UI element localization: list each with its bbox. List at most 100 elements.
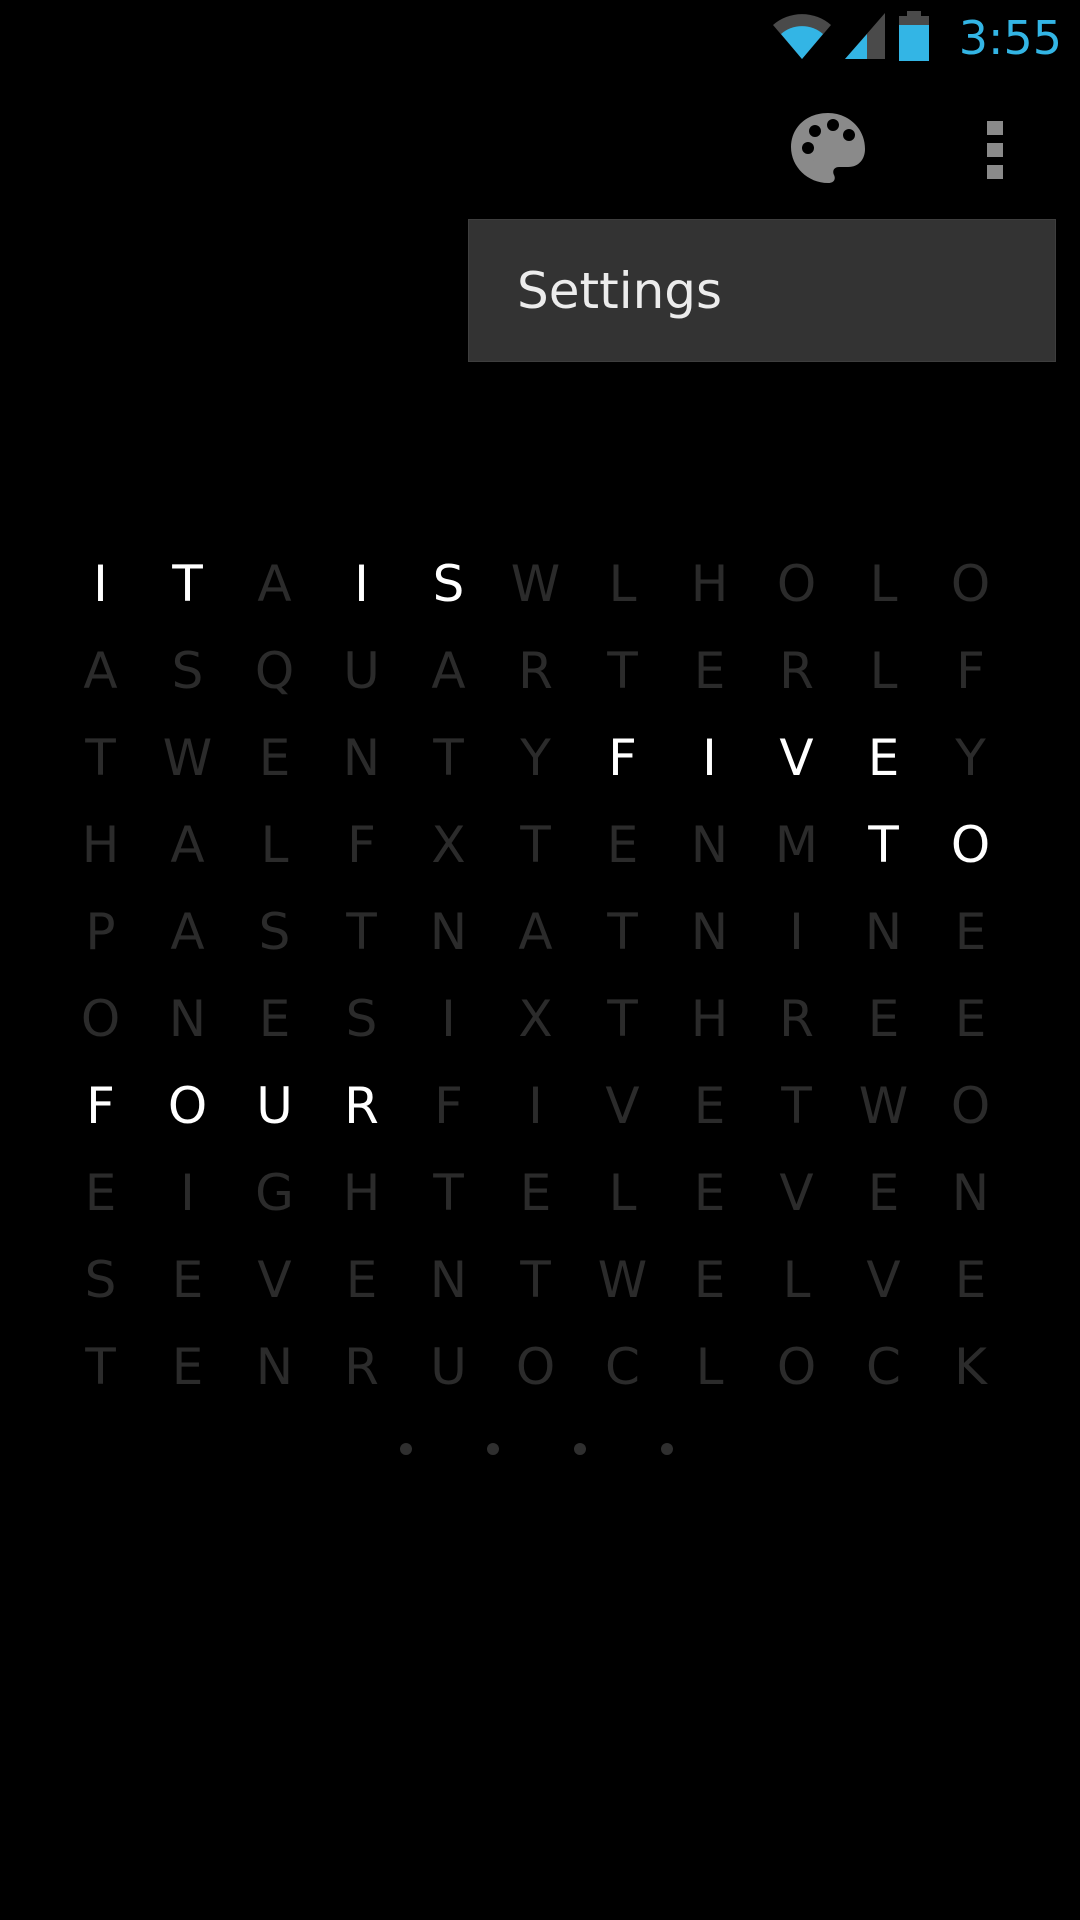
clock-letter: N <box>690 815 729 874</box>
clock-letter: A <box>170 815 205 874</box>
clock-letter: U <box>430 1337 467 1396</box>
menu-item-settings[interactable]: Settings <box>469 220 1055 361</box>
clock-letter: L <box>608 1163 637 1222</box>
clock-letter: E <box>258 989 291 1048</box>
clock-letter: T <box>85 1337 116 1396</box>
clock-letter: T <box>433 1163 464 1222</box>
clock-letter: O <box>80 989 121 1048</box>
clock-letter: L <box>869 554 898 613</box>
clock-letter: R <box>344 1337 379 1396</box>
clock-letter: T <box>520 815 551 874</box>
clock-letter: Y <box>520 728 551 787</box>
clock-letter: T <box>172 554 203 613</box>
clock-letter: S <box>432 554 465 613</box>
clock-letter: E <box>954 1250 987 1309</box>
clock-letter: N <box>690 902 729 961</box>
clock-letter: R <box>518 641 553 700</box>
clock-letter: A <box>518 902 553 961</box>
minute-dot <box>487 1443 499 1455</box>
overflow-menu-icon <box>987 121 1003 135</box>
clock-letter: W <box>510 554 561 613</box>
wifi-icon <box>771 11 833 65</box>
clock-letter: G <box>255 1163 294 1222</box>
clock-letter: E <box>693 1163 726 1222</box>
clock-letter: V <box>779 1163 814 1222</box>
clock-letter: H <box>81 815 120 874</box>
minute-dot <box>400 1443 412 1455</box>
clock-letter: E <box>519 1163 552 1222</box>
clock-letter: E <box>867 989 900 1048</box>
clock-letter: E <box>171 1337 204 1396</box>
status-icons: 3:55 <box>771 0 1080 75</box>
overflow-menu-icon-dot <box>987 143 1003 157</box>
clock-letter: F <box>86 1076 115 1135</box>
clock-letter: E <box>258 728 291 787</box>
overflow-popup-menu: Settings <box>468 219 1056 362</box>
clock-letter: C <box>605 1337 640 1396</box>
clock-letter: S <box>84 1250 117 1309</box>
minute-dot <box>574 1443 586 1455</box>
clock-letter: P <box>85 902 116 961</box>
clock-letter: H <box>342 1163 381 1222</box>
clock-letter: W <box>597 1250 648 1309</box>
clock-letter: N <box>864 902 903 961</box>
clock-letter: W <box>858 1076 909 1135</box>
clock-letter: A <box>170 902 205 961</box>
clock-letter: N <box>255 1337 294 1396</box>
palette-button[interactable] <box>778 105 878 195</box>
clock-letter: E <box>867 728 900 787</box>
clock-letter: X <box>431 815 466 874</box>
clock-letter: L <box>260 815 289 874</box>
clock-letter: V <box>605 1076 640 1135</box>
overflow-menu-button[interactable] <box>960 105 1030 195</box>
clock-letter: T <box>607 641 638 700</box>
minute-dot <box>661 1443 673 1455</box>
clock-letter: E <box>693 641 726 700</box>
clock-letter: E <box>84 1163 117 1222</box>
clock-letter: T <box>781 1076 812 1135</box>
minute-dots <box>0 1443 1080 1459</box>
clock-letter: A <box>83 641 118 700</box>
clock-letter: M <box>774 815 819 874</box>
clock-letter: O <box>776 554 817 613</box>
clock-letter: U <box>256 1076 293 1135</box>
clock-letter: I <box>93 554 108 613</box>
clock-letter: V <box>257 1250 292 1309</box>
overflow-menu-icon-dot <box>987 165 1003 179</box>
clock-letter: E <box>171 1250 204 1309</box>
clock-letter: I <box>354 554 369 613</box>
clock-letter: H <box>690 554 729 613</box>
clock-letter: E <box>606 815 639 874</box>
clock-letter: O <box>950 1076 991 1135</box>
clock-letter: O <box>950 815 991 874</box>
word-clock-grid: ITAISWLHOLOASQUARTERLFTWENTYFIVEYHALFXTE… <box>57 540 1014 1410</box>
palette-icon <box>788 110 868 190</box>
action-bar <box>0 75 1080 220</box>
status-bar: 3:55 <box>0 0 1080 75</box>
clock-letter: I <box>528 1076 543 1135</box>
clock-letter: O <box>776 1337 817 1396</box>
clock-letter: L <box>782 1250 811 1309</box>
clock-letter: I <box>441 989 456 1048</box>
clock-letter: T <box>520 1250 551 1309</box>
clock-letter: N <box>342 728 381 787</box>
battery-icon <box>897 10 931 65</box>
clock-letter: T <box>868 815 899 874</box>
clock-letter: E <box>345 1250 378 1309</box>
clock-letter: I <box>180 1163 195 1222</box>
status-time: 3:55 <box>958 10 1062 65</box>
clock-letter: U <box>343 641 380 700</box>
clock-letter: E <box>867 1163 900 1222</box>
clock-letter: E <box>693 1250 726 1309</box>
clock-letter: E <box>693 1076 726 1135</box>
clock-letter: R <box>779 989 814 1048</box>
clock-letter: R <box>344 1076 379 1135</box>
clock-letter: Y <box>955 728 986 787</box>
clock-letter: I <box>789 902 804 961</box>
clock-letter: X <box>518 989 553 1048</box>
clock-letter: T <box>433 728 464 787</box>
clock-letter: Q <box>254 641 295 700</box>
clock-letter: T <box>85 728 116 787</box>
clock-letter: K <box>954 1337 987 1396</box>
clock-letter: A <box>431 641 466 700</box>
